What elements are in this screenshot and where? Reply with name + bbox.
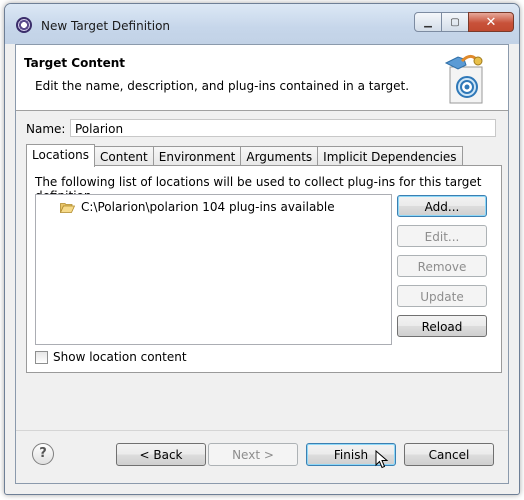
wizard-header: Target Content Edit the name, descriptio… bbox=[16, 45, 508, 111]
tab-content[interactable]: Content bbox=[94, 146, 154, 167]
location-item[interactable]: C:\Polarion\polarion 104 plug-ins availa… bbox=[60, 200, 335, 214]
locations-list[interactable]: C:\Polarion\polarion 104 plug-ins availa… bbox=[35, 194, 392, 345]
mouse-pointer-icon bbox=[375, 450, 389, 469]
caption-buttons: ▁ ▢ ✕ bbox=[414, 12, 514, 32]
name-input[interactable]: Polarion bbox=[70, 119, 496, 137]
page-title: Target Content bbox=[24, 56, 126, 70]
help-icon[interactable]: ? bbox=[32, 443, 54, 465]
dialog-window: New Target Definition ▁ ▢ ✕ Target Conte… bbox=[4, 3, 520, 495]
add-button[interactable]: Add... bbox=[397, 195, 487, 217]
tab-bar: Locations Content Environment Arguments … bbox=[26, 144, 463, 167]
tab-implicit-dependencies[interactable]: Implicit Dependencies bbox=[317, 146, 463, 167]
minimize-button[interactable]: ▁ bbox=[414, 12, 442, 32]
name-label: Name: bbox=[26, 122, 66, 136]
tab-arguments[interactable]: Arguments bbox=[240, 146, 319, 167]
edit-button[interactable]: Edit... bbox=[397, 225, 487, 247]
close-button[interactable]: ✕ bbox=[468, 12, 514, 32]
cancel-button[interactable]: Cancel bbox=[404, 443, 494, 466]
eclipse-app-icon bbox=[16, 17, 32, 33]
tab-locations[interactable]: Locations bbox=[26, 144, 96, 167]
dialog-client-area: Target Content Edit the name, descriptio… bbox=[15, 44, 509, 484]
footer-separator bbox=[16, 430, 508, 431]
folder-open-icon bbox=[60, 202, 75, 213]
show-location-content-checkbox[interactable] bbox=[35, 350, 48, 364]
update-button[interactable]: Update bbox=[397, 285, 487, 307]
remove-button[interactable]: Remove bbox=[397, 255, 487, 277]
show-location-content-row[interactable]: Show location content bbox=[35, 350, 187, 364]
title-bar[interactable]: New Target Definition ▁ ▢ ✕ bbox=[5, 4, 519, 44]
location-path: C:\Polarion\polarion 104 plug-ins availa… bbox=[81, 200, 335, 214]
show-location-content-label: Show location content bbox=[53, 350, 187, 364]
name-row: Name: Polarion bbox=[16, 118, 508, 140]
window-title: New Target Definition bbox=[41, 19, 171, 33]
next-button[interactable]: Next > bbox=[208, 443, 298, 466]
locations-panel: The following list of locations will be … bbox=[26, 165, 502, 373]
maximize-button[interactable]: ▢ bbox=[441, 12, 469, 32]
minimize-icon: ▁ bbox=[424, 16, 432, 28]
maximize-icon: ▢ bbox=[450, 16, 460, 28]
close-icon: ✕ bbox=[485, 14, 497, 30]
tab-environment[interactable]: Environment bbox=[152, 146, 242, 167]
page-description: Edit the name, description, and plug-ins… bbox=[35, 79, 410, 93]
reload-button[interactable]: Reload bbox=[397, 315, 487, 337]
back-button[interactable]: < Back bbox=[116, 443, 206, 466]
target-definition-banner-icon bbox=[444, 54, 483, 104]
